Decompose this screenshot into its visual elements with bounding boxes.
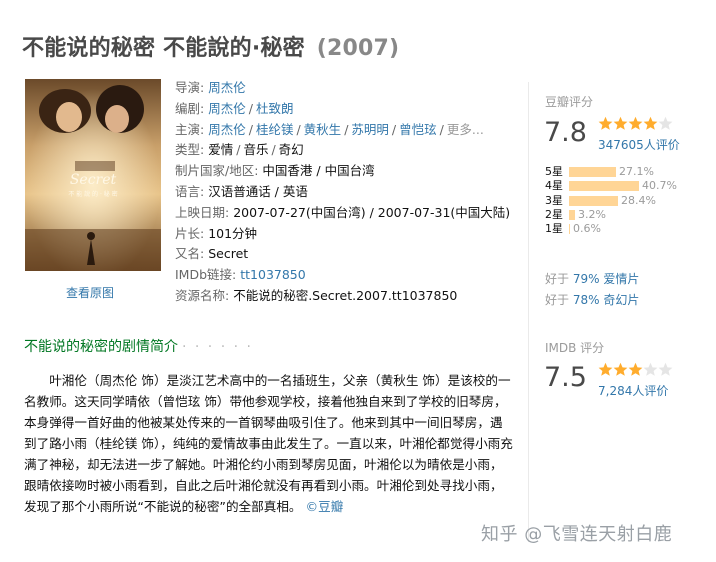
cast-link[interactable]: 黄秋生: [304, 122, 342, 137]
cast-label: 主演:: [175, 121, 205, 137]
resource-value: 不能说的秘密.Secret.2007.tt1037850: [233, 287, 458, 303]
view-original-link[interactable]: 查看原图: [66, 284, 114, 301]
runtime-label: 片长:: [175, 225, 205, 241]
svg-text:Secret: Secret: [70, 172, 117, 188]
writer-label: 编剧:: [175, 100, 205, 116]
dist-bar: [569, 167, 616, 177]
rating-distribution: 5星 27.1% 4星 40.7% 3星 28.4% 2星 3.2% 1星 0.6%: [545, 165, 677, 236]
genre-value: 音乐: [243, 142, 269, 158]
better-genre-link[interactable]: 奇幻片: [603, 293, 639, 307]
star-rating-icon: [598, 362, 673, 376]
language-value: 汉语普通话 / 英语: [208, 183, 308, 199]
summary-source: ©豆瓣: [305, 499, 344, 514]
dist-row-3: 3星 28.4%: [545, 194, 677, 208]
imdb-label: IMDb链接:: [175, 267, 237, 283]
writer-link[interactable]: 周杰伦: [208, 101, 246, 116]
cast-row: 主演: 周杰伦 / 桂纶镁 / 黄秋生 / 苏明明 / 曾恺玹 / 更多...: [175, 121, 484, 137]
dist-star-label: 5星: [545, 165, 563, 178]
resource-row: 资源名称: 不能说的秘密.Secret.2007.tt1037850: [175, 286, 510, 307]
cast-link[interactable]: 苏明明: [351, 122, 389, 137]
dist-pct: 3.2%: [578, 207, 606, 221]
better-than-romance: 好于 79% 爱情片: [545, 270, 639, 287]
dist-row-5: 5星 27.1%: [545, 165, 677, 179]
better-pct-link[interactable]: 78%: [573, 293, 600, 307]
dist-pct: 28.4%: [621, 193, 656, 207]
release-value: 2007-07-27(中国台湾) / 2007-07-31(中国大陆): [233, 204, 511, 220]
dist-row-1: 1星 0.6%: [545, 222, 677, 236]
cast-link[interactable]: 桂纶镁: [256, 122, 294, 137]
aka-label: 又名:: [175, 246, 205, 262]
imdb-rating-count[interactable]: 7,284人评价: [598, 382, 668, 399]
dist-bar: [569, 181, 639, 192]
imdb-score: 7.5: [544, 362, 587, 393]
country-value: 中国香港 / 中国台湾: [262, 163, 375, 179]
star-rating-icon: [598, 116, 673, 130]
imdb-link[interactable]: tt1037850: [240, 267, 305, 282]
svg-text:不 能 說 的 · 秘 密: 不 能 說 的 · 秘 密: [68, 190, 117, 198]
release-label: 上映日期:: [175, 204, 230, 220]
plot-summary: 叶湘伦（周杰伦 饰）是淡江艺术高中的一名插班生，父亲（黄秋生 饰）是该校的一名教…: [24, 370, 514, 517]
divider: [528, 82, 529, 542]
better-pct-link[interactable]: 79%: [573, 272, 600, 286]
dist-star-label: 1星: [545, 222, 563, 236]
resource-label: 资源名称:: [175, 287, 230, 303]
movie-year: (2007): [316, 36, 400, 61]
genre-value: 爱情: [208, 142, 234, 158]
dist-pct: 40.7%: [642, 179, 677, 193]
summary-title-text: 不能说的秘密的剧情简介: [24, 339, 178, 355]
imdb-stars: [598, 362, 674, 382]
better-than-fantasy: 好于 78% 奇幻片: [545, 291, 639, 308]
imdb-rating-label: IMDB 评分: [545, 341, 605, 355]
poster-image: Secret 不 能 說 的 · 秘 密: [25, 79, 161, 271]
dist-star-label: 3星: [545, 193, 563, 207]
dist-pct: 27.1%: [619, 165, 654, 178]
release-row: 上映日期: 2007-07-27(中国台湾) / 2007-07-31(中国大陆…: [175, 203, 510, 224]
summary-text: 叶湘伦（周杰伦 饰）是淡江艺术高中的一名插班生，父亲（黄秋生 饰）是该校的一名教…: [24, 373, 513, 514]
summary-paragraph: 叶湘伦（周杰伦 饰）是淡江艺术高中的一名插班生，父亲（黄秋生 饰）是该校的一名教…: [24, 370, 514, 517]
language-row: 语言: 汉语普通话 / 英语: [175, 182, 510, 203]
page-title: 不能说的秘密 不能說的·秘密 (2007): [22, 30, 399, 62]
movie-info: 导演: 周杰伦 编剧: 周杰伦 / 杜致朗 主演: 周杰伦 / 桂纶镁 / 黄秋生 / 苏明明 /…: [175, 78, 510, 307]
aka-value: Secret: [208, 246, 249, 262]
cast-link[interactable]: 曾恺玹: [399, 122, 437, 137]
runtime-value: 101分钟: [208, 225, 258, 241]
cast-more-link[interactable]: 更多...: [447, 122, 484, 137]
imdb-row: IMDb链接: tt1037850: [175, 265, 510, 286]
douban-stars: [598, 116, 674, 136]
country-label: 制片国家/地区:: [175, 163, 259, 179]
director-row: 导演: 周杰伦: [175, 78, 510, 99]
movie-title: 不能说的秘密 不能說的·秘密: [22, 36, 305, 61]
language-label: 语言:: [175, 183, 205, 199]
genre-row: 类型: 爱情 / 音乐 / 奇幻: [175, 142, 304, 158]
runtime-row: 片长: 101分钟: [175, 224, 510, 245]
country-row: 制片国家/地区: 中国香港 / 中国台湾: [175, 161, 510, 182]
aka-row: 又名: Secret: [175, 244, 510, 265]
dist-bar: [569, 195, 618, 206]
better-prefix: 好于: [545, 272, 570, 286]
genre-label: 类型:: [175, 142, 205, 158]
dist-row-4: 4星 40.7%: [545, 179, 677, 193]
writer-link[interactable]: 杜致朗: [256, 101, 294, 116]
watermark: 知乎 @飞雪连天射白鹿: [481, 524, 673, 545]
better-prefix: 好于: [545, 293, 570, 307]
genre-value: 奇幻: [278, 142, 304, 158]
dist-star-label: 4星: [545, 179, 563, 193]
douban-rating-label: 豆瓣评分: [545, 95, 594, 109]
dist-bar: [569, 224, 570, 235]
writer-row: 编剧: 周杰伦 / 杜致朗: [175, 100, 294, 116]
movie-poster[interactable]: Secret 不 能 說 的 · 秘 密: [25, 79, 161, 271]
dist-row-2: 2星 3.2%: [545, 208, 677, 222]
dist-bar: [569, 209, 575, 220]
cast-link[interactable]: 周杰伦: [208, 122, 246, 137]
better-genre-link[interactable]: 爱情片: [603, 272, 639, 286]
douban-score: 7.8: [544, 117, 587, 148]
director-label: 导演:: [175, 80, 205, 95]
douban-rating-count[interactable]: 347605人评价: [598, 136, 680, 153]
dist-star-label: 2星: [545, 207, 563, 221]
summary-dots: · · · · · ·: [182, 339, 253, 355]
director-link[interactable]: 周杰伦: [208, 80, 246, 95]
dist-pct: 0.6%: [573, 222, 601, 236]
summary-heading: 不能说的秘密的剧情简介 · · · · · ·: [24, 336, 253, 356]
